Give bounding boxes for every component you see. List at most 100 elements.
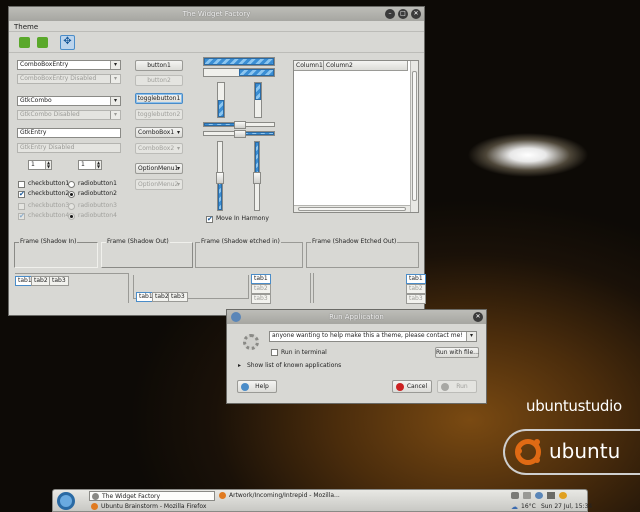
spin-arrows-icon[interactable]: ▲ ▼ [45,161,51,169]
window-title: The Widget Factory [182,10,251,18]
scrollbar-thumb[interactable] [412,71,417,201]
ubuntustudio-logo: ubuntustudio [526,397,622,415]
system-tray [511,491,585,501]
radiobutton2[interactable] [68,191,75,198]
chevron-down-icon: ▾ [176,181,180,188]
vscale-2[interactable] [253,141,261,211]
move-icon[interactable]: ✥ [60,35,75,50]
vscale-thumb[interactable] [253,172,261,184]
go-forward-icon[interactable] [37,37,48,48]
optionmenu1[interactable]: OptionMenu1 ▾ [135,163,183,174]
column-header-1[interactable]: Column1 [294,61,324,71]
combobox1[interactable]: ComboBox1 ▾ [135,127,183,138]
chevron-down-icon[interactable]: ▾ [110,61,120,69]
button1[interactable]: button1 [135,60,183,71]
go-back-icon[interactable] [19,37,30,48]
cancel-button[interactable]: Cancel [392,380,432,393]
move-in-harmony-checkbox[interactable]: ✔ [206,216,213,223]
checkbutton3-box [18,203,25,210]
tab-2[interactable]: tab2 [406,284,426,294]
gtkcombo-disabled: GtkCombo Disabled ▾ [17,110,121,120]
tab-2[interactable]: tab2 [251,284,271,294]
tree-view[interactable]: Column1 Column2 [293,60,419,213]
expander-arrow-icon[interactable]: ▸ [238,362,241,369]
frame-shadow-in: Frame (Shadow In) [14,238,98,268]
tab-3[interactable]: tab3 [251,294,271,304]
gtkcombo[interactable]: GtkCombo ▾ [17,96,121,106]
chevron-down-icon[interactable]: ▾ [466,332,476,341]
task-firefox-brainstorm[interactable]: Ubuntu Brainstorm - Mozilla Firefox [89,502,249,512]
progress-fill [218,100,224,117]
radiobutton2-label: radiobutton2 [78,190,117,197]
hscale-1[interactable] [203,121,275,129]
checkbutton2-box[interactable]: ✔ [18,191,25,198]
radiobutton3 [68,203,75,210]
hscale-thumb[interactable] [234,121,246,129]
close-button[interactable]: ✕ [473,312,483,322]
close-button[interactable]: ✕ [411,9,421,19]
maximize-button[interactable]: □ [398,9,408,19]
spin-button-right[interactable]: 1 ▲ ▼ [78,160,102,170]
widget-factory-titlebar[interactable]: The Widget Factory – □ ✕ [9,7,424,21]
vscale-1[interactable] [216,141,224,211]
volume-icon[interactable] [547,492,555,499]
hscale-thumb[interactable] [234,130,246,138]
chevron-down-icon: ▾ [176,129,180,136]
gear-icon [243,334,259,350]
togglebutton1[interactable]: togglebutton1 [135,93,183,104]
checkbutton1-box[interactable] [18,181,25,188]
frame-shadow-out: Frame (Shadow Out) [101,238,193,268]
window-menu-icon[interactable] [231,312,241,322]
tab-1[interactable]: tab1 [251,274,271,284]
power-icon[interactable] [535,492,543,499]
tab-3[interactable]: tab3 [168,292,188,302]
radiobutton1[interactable] [68,181,75,188]
progress-bar-vertical-1 [217,82,225,118]
spin-button-left[interactable]: 1 ▲ ▼ [28,160,52,170]
notebook-top: tab1 tab2 tab3 [15,273,129,303]
horizontal-scrollbar[interactable] [294,205,410,212]
tab-3[interactable]: tab3 [406,294,426,304]
spin-arrows-icon[interactable]: ▲ ▼ [95,161,101,169]
vertical-scrollbar[interactable] [410,61,418,212]
task-widget-factory[interactable]: The Widget Factory [89,491,215,501]
clock[interactable]: Sun 27 Jul, 15:34 [541,503,592,510]
run-in-terminal-label: Run in terminal [281,349,327,356]
firefox-icon [91,503,98,510]
gtkentry[interactable]: GtkEntry [17,128,121,138]
toolbar: ✥ [9,33,424,53]
network-icon[interactable] [511,492,519,499]
menu-theme[interactable]: Theme [14,23,38,31]
vscale-thumb[interactable] [216,172,224,184]
run-dialog-titlebar[interactable]: Run Application ✕ [227,310,486,324]
tab-1[interactable]: tab1 [406,274,426,284]
notebook-left: tab1 tab2 tab3 [251,273,311,304]
menubar: Theme [9,21,424,32]
help-button[interactable]: Help [237,380,277,393]
chevron-down-icon: ▾ [110,75,120,83]
help-icon [241,383,249,391]
app-icon [92,493,99,500]
printer-icon[interactable] [523,492,531,499]
show-list-label[interactable]: Show list of known applications [247,362,341,369]
hscale-2[interactable] [203,130,275,138]
update-icon[interactable] [559,492,567,499]
scrollbar-thumb[interactable] [298,207,406,211]
comboboxentry[interactable]: ComboBoxEntry ▾ [17,60,121,70]
tab-3[interactable]: tab3 [49,276,69,286]
frame-title: Frame (Shadow etched in) [200,238,281,245]
command-input[interactable]: anyone wanting to help make this a theme… [269,331,477,342]
run-with-file-button[interactable]: Run with file... [435,347,479,358]
column-header-2[interactable]: Column2 [324,61,408,71]
minimize-button[interactable]: – [385,9,395,19]
k-menu-icon[interactable] [57,492,75,510]
notebook-bottom: tab1 tab2 tab3 [133,275,249,302]
progress-fill [255,83,261,100]
task-firefox-artwork[interactable]: Artwork/Incoming/Intrepid - Mozilla... [217,491,340,501]
move-in-harmony-label: Move In Harmony [216,215,269,222]
progress-fill [204,58,274,65]
chevron-down-icon[interactable]: ▾ [110,97,120,105]
run-in-terminal-checkbox[interactable] [271,349,278,356]
tab-2[interactable]: tab2 [31,276,51,286]
weather-icon: ☁ [511,503,518,511]
